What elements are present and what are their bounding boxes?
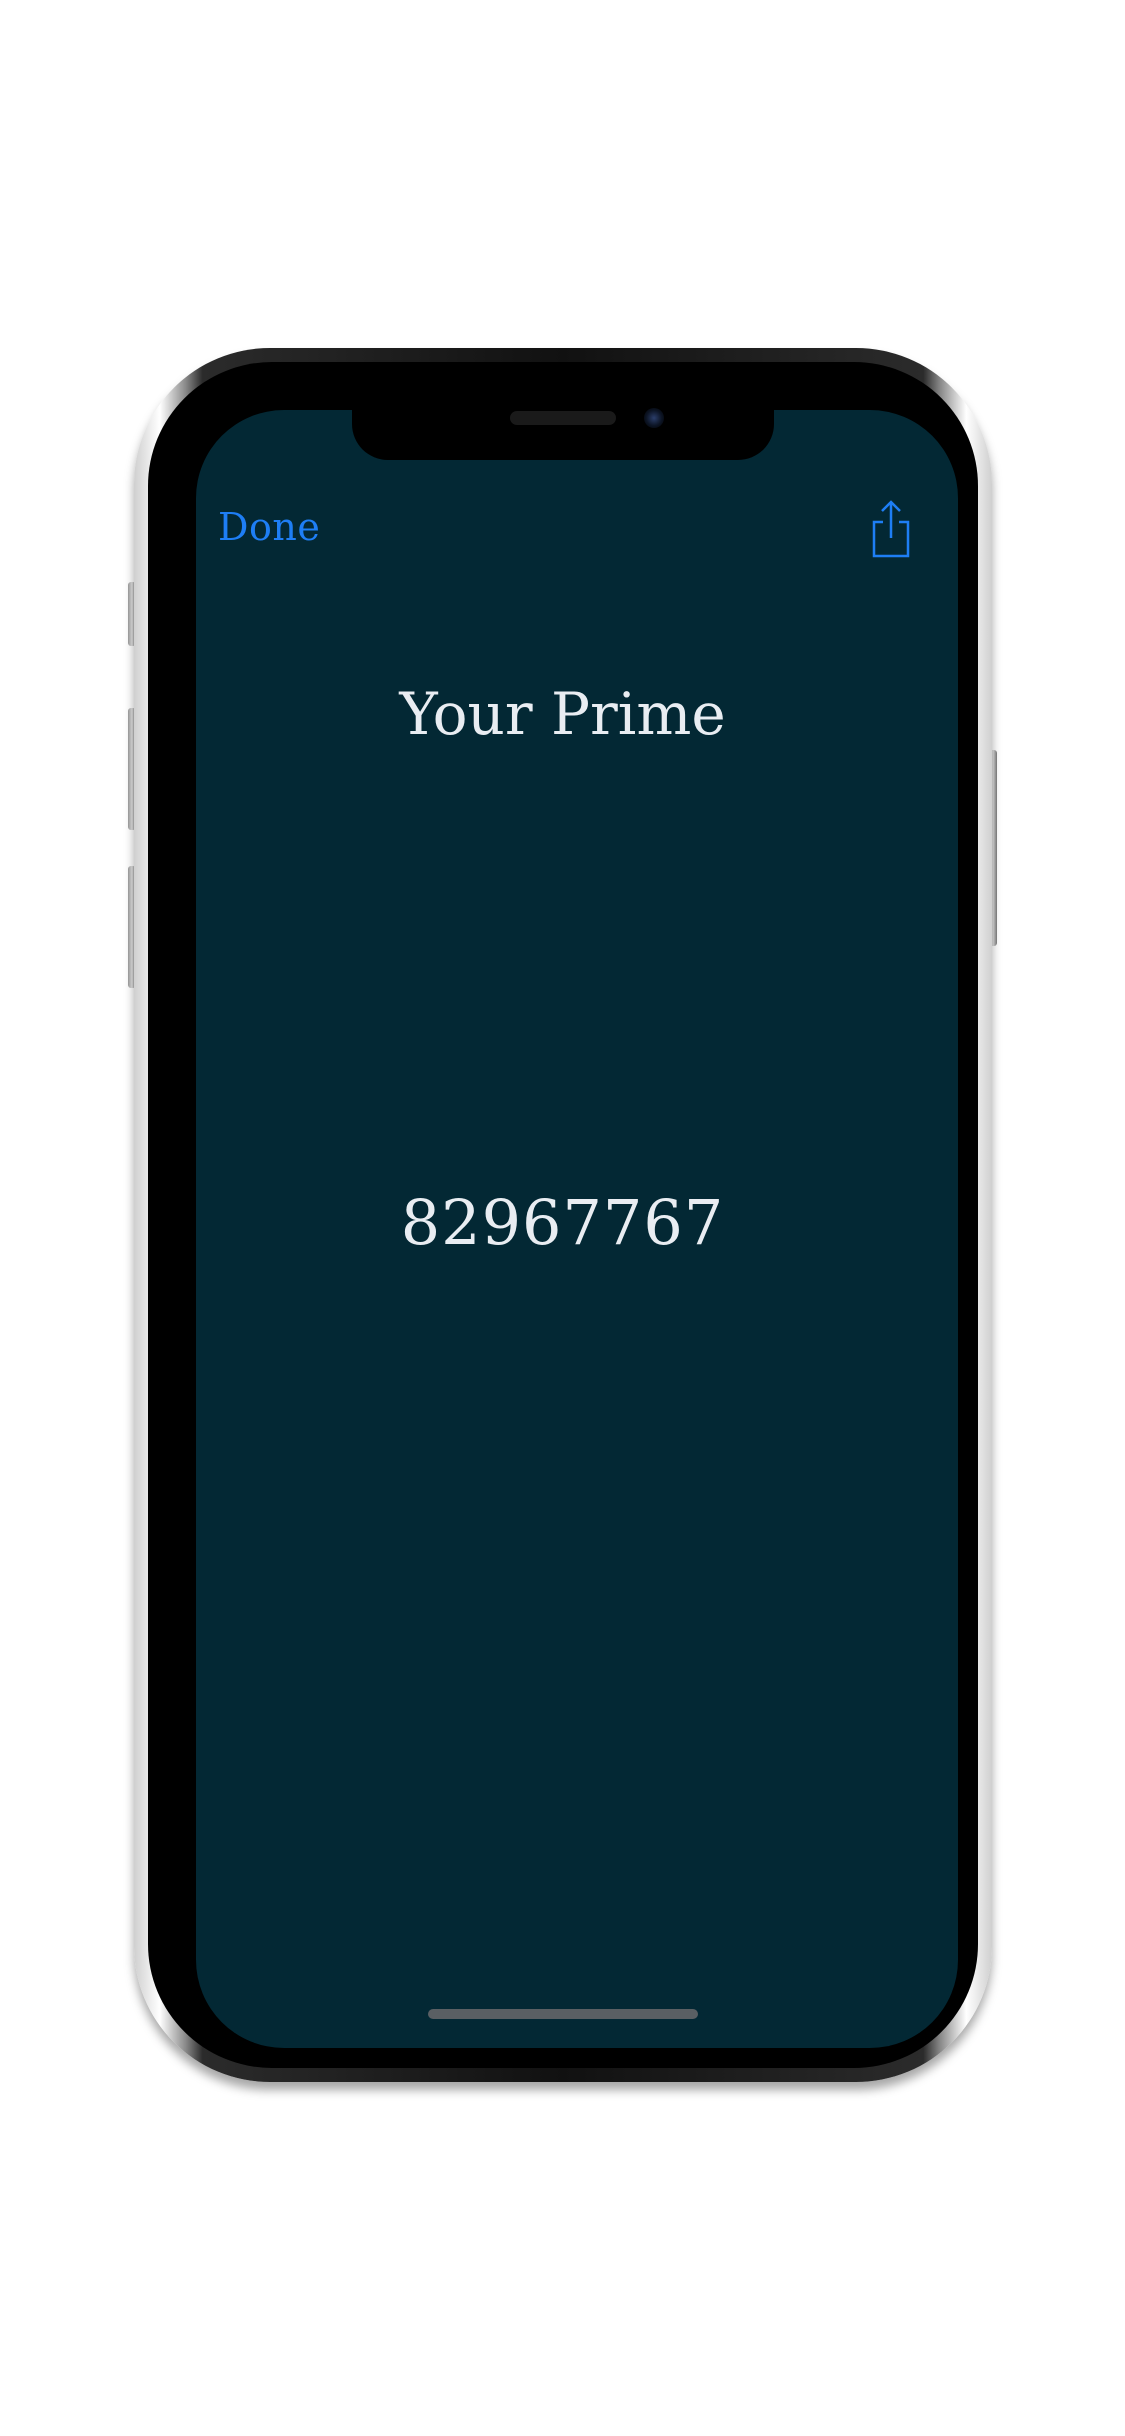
earpiece-speaker <box>510 411 616 425</box>
prime-number: 82967767 <box>400 1186 725 1259</box>
share-icon <box>872 500 910 558</box>
share-button[interactable] <box>868 500 914 560</box>
done-button[interactable]: Done <box>218 505 320 549</box>
notch <box>352 396 774 460</box>
home-indicator[interactable] <box>428 2009 698 2019</box>
screenshot-canvas: Done Your Prime 82967767 <box>0 0 1125 2436</box>
front-camera <box>644 408 664 428</box>
page-title: Your Prime <box>399 680 726 748</box>
